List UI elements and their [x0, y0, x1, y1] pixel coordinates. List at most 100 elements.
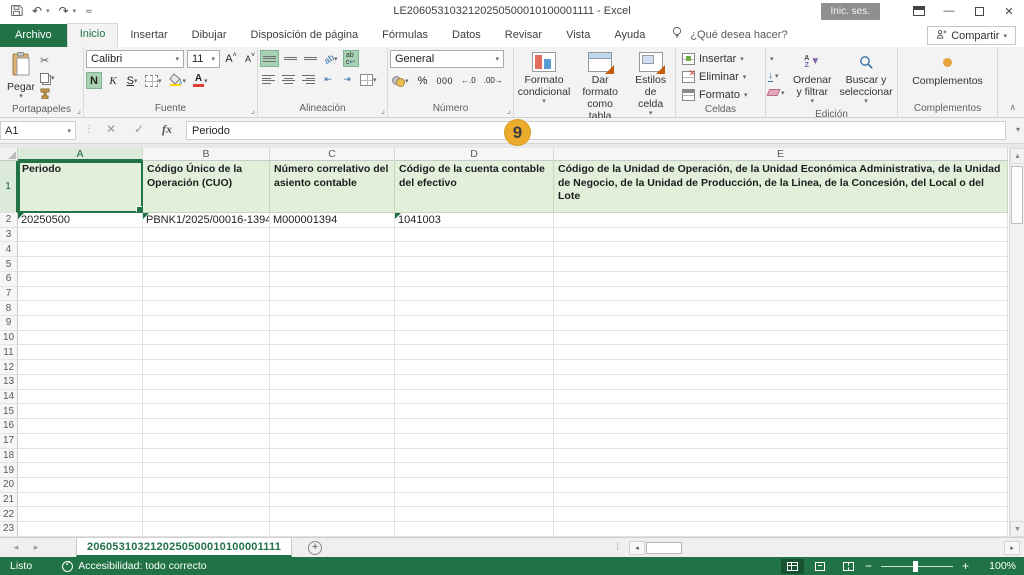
- copy-button[interactable]: ▾: [40, 70, 55, 85]
- align-right-button[interactable]: [300, 71, 317, 88]
- align-left-button[interactable]: [260, 71, 277, 88]
- column-header-B[interactable]: B: [143, 148, 270, 161]
- cell-D4[interactable]: [395, 242, 554, 257]
- increase-decimal-button[interactable]: ←.0: [459, 72, 478, 89]
- fill-color-button[interactable]: ▾: [167, 72, 189, 89]
- close-button[interactable]: ✕: [994, 0, 1024, 22]
- cell-E23[interactable]: [554, 522, 1008, 537]
- column-header-E[interactable]: E: [554, 148, 1008, 161]
- redo-dropdown-icon[interactable]: ▾: [73, 7, 77, 15]
- customize-qat-icon[interactable]: ≂: [85, 7, 93, 16]
- cell-B9[interactable]: [143, 316, 270, 331]
- cell-D5[interactable]: [395, 257, 554, 272]
- cell-B16[interactable]: [143, 419, 270, 434]
- fill-button[interactable]: ↓▾: [768, 68, 785, 83]
- column-header-A[interactable]: A: [18, 148, 143, 161]
- tab-ayuda[interactable]: Ayuda: [602, 24, 657, 47]
- row-header-8[interactable]: 8: [0, 301, 18, 316]
- cell-A13[interactable]: [18, 375, 143, 390]
- cell-E15[interactable]: [554, 404, 1008, 419]
- formula-input[interactable]: Periodo: [186, 121, 1006, 140]
- tab-vista[interactable]: Vista: [554, 24, 602, 47]
- cell-A19[interactable]: [18, 463, 143, 478]
- cell-A15[interactable]: [18, 404, 143, 419]
- cell-B21[interactable]: [143, 493, 270, 508]
- row-header-11[interactable]: 11: [0, 345, 18, 360]
- tab-fórmulas[interactable]: Fórmulas: [370, 24, 440, 47]
- merge-center-button[interactable]: ▾: [358, 71, 379, 88]
- sheet-tab[interactable]: 2060531032120250500010100001111: [76, 538, 292, 557]
- tab-datos[interactable]: Datos: [440, 24, 493, 47]
- vertical-scroll-thumb[interactable]: [1011, 166, 1023, 224]
- shrink-font-button[interactable]: A˅: [242, 50, 258, 67]
- cell-D6[interactable]: [395, 272, 554, 287]
- percent-style-button[interactable]: %: [415, 72, 431, 89]
- cell-D3[interactable]: [395, 228, 554, 243]
- share-button[interactable]: Compartir ▾: [927, 26, 1016, 45]
- cell-C7[interactable]: [270, 287, 395, 302]
- cell-E12[interactable]: [554, 360, 1008, 375]
- row-header-21[interactable]: 21: [0, 493, 18, 508]
- cell-A21[interactable]: [18, 493, 143, 508]
- cell-C4[interactable]: [270, 242, 395, 257]
- align-top-button[interactable]: [260, 50, 279, 67]
- align-middle-button[interactable]: [282, 50, 299, 67]
- new-sheet-button[interactable]: +: [308, 541, 322, 555]
- format-cells-button[interactable]: Formato ▾: [680, 86, 749, 103]
- ribbon-display-options-button[interactable]: [904, 0, 934, 22]
- wrap-text-button[interactable]: abc↩: [343, 50, 359, 67]
- row-header-3[interactable]: 3: [0, 228, 18, 243]
- cell-B2[interactable]: PBNK1/2025/00016-1394: [143, 213, 270, 228]
- cell-E14[interactable]: [554, 390, 1008, 405]
- cell-B22[interactable]: [143, 507, 270, 522]
- zoom-out-button[interactable]: −: [865, 560, 872, 572]
- row-header-17[interactable]: 17: [0, 434, 18, 449]
- cell-D1[interactable]: Código de la cuenta contable del efectiv…: [395, 161, 554, 213]
- row-header-6[interactable]: 6: [0, 272, 18, 287]
- cell-B4[interactable]: [143, 242, 270, 257]
- cell-E6[interactable]: [554, 272, 1008, 287]
- cell-B3[interactable]: [143, 228, 270, 243]
- cell-A12[interactable]: [18, 360, 143, 375]
- cell-D12[interactable]: [395, 360, 554, 375]
- cell-styles-button[interactable]: Estilos de celda ▾: [628, 50, 673, 120]
- tab-revisar[interactable]: Revisar: [493, 24, 554, 47]
- cell-B1[interactable]: Código Único de la Operación (CUO): [143, 161, 270, 213]
- cell-C18[interactable]: [270, 449, 395, 464]
- cell-D21[interactable]: [395, 493, 554, 508]
- borders-button[interactable]: ▾: [143, 72, 164, 89]
- undo-icon[interactable]: ↶: [32, 5, 42, 17]
- scroll-down-icon[interactable]: ▼: [1010, 521, 1024, 537]
- cell-A5[interactable]: [18, 257, 143, 272]
- cell-E20[interactable]: [554, 478, 1008, 493]
- cell-C19[interactable]: [270, 463, 395, 478]
- cell-B11[interactable]: [143, 345, 270, 360]
- delete-cells-button[interactable]: Eliminar ▾: [680, 68, 748, 85]
- cell-A17[interactable]: [18, 434, 143, 449]
- cell-D18[interactable]: [395, 449, 554, 464]
- cell-E13[interactable]: [554, 375, 1008, 390]
- cell-E7[interactable]: [554, 287, 1008, 302]
- row-header-2[interactable]: 2: [0, 213, 18, 228]
- conditional-formatting-button[interactable]: Formato condicional ▾: [516, 50, 572, 108]
- tab-disposición-de-página[interactable]: Disposición de página: [239, 24, 371, 47]
- cell-E16[interactable]: [554, 419, 1008, 434]
- cell-D15[interactable]: [395, 404, 554, 419]
- cell-A22[interactable]: [18, 507, 143, 522]
- scroll-up-icon[interactable]: ▲: [1010, 148, 1024, 164]
- cell-C20[interactable]: [270, 478, 395, 493]
- find-select-button[interactable]: Buscar y seleccionar ▾: [837, 50, 895, 108]
- cell-B15[interactable]: [143, 404, 270, 419]
- tab-archivo[interactable]: Archivo: [0, 24, 67, 47]
- autosum-button[interactable]: ▾: [768, 51, 785, 66]
- cell-C12[interactable]: [270, 360, 395, 375]
- cell-B23[interactable]: [143, 522, 270, 537]
- cell-E3[interactable]: [554, 228, 1008, 243]
- cell-C15[interactable]: [270, 404, 395, 419]
- cell-E1[interactable]: Código de la Unidad de Operación, de la …: [554, 161, 1008, 213]
- cell-C9[interactable]: [270, 316, 395, 331]
- comma-style-button[interactable]: 000: [435, 72, 456, 89]
- cell-A23[interactable]: [18, 522, 143, 537]
- portapapeles-dialog-launcher[interactable]: ⌟: [77, 106, 81, 115]
- row-header-15[interactable]: 15: [0, 404, 18, 419]
